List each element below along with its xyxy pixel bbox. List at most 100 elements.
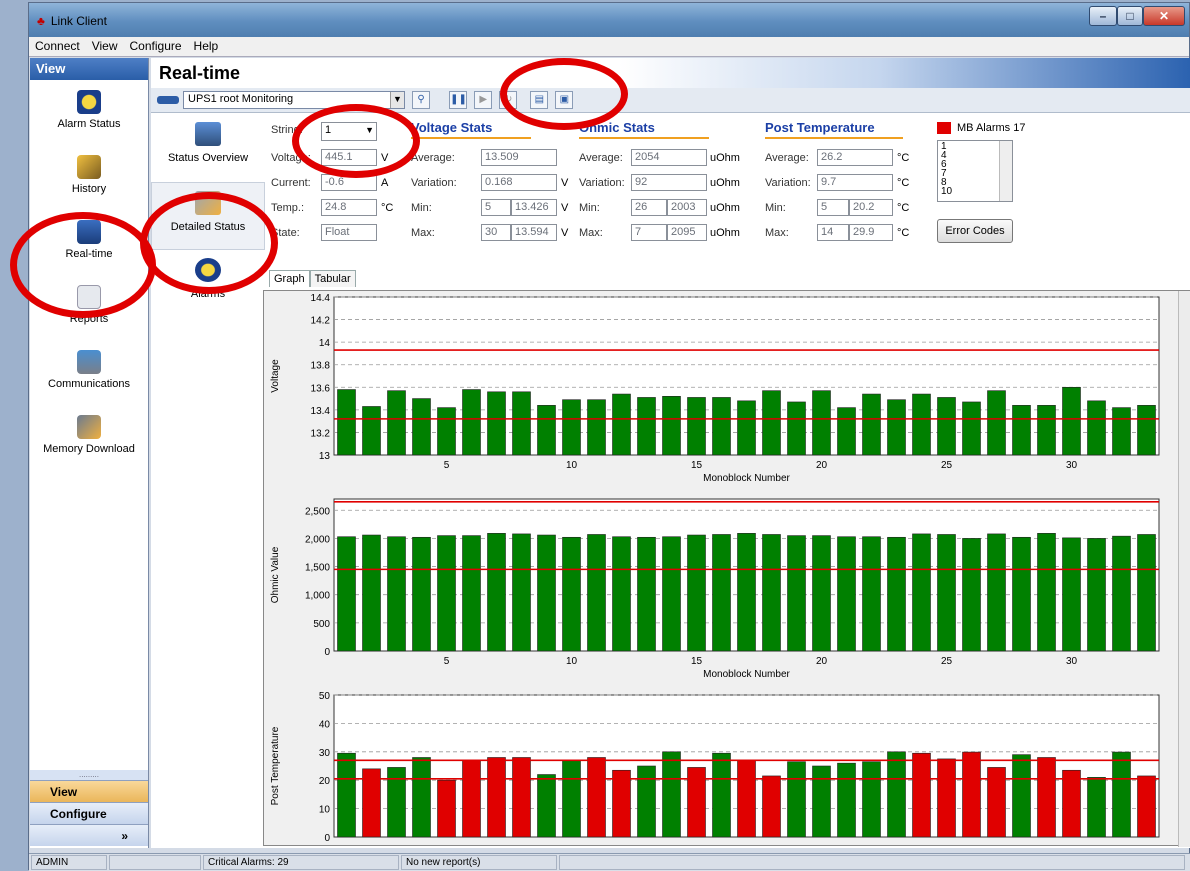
chevron-down-icon: ▼ [390,92,404,108]
print-preview-button[interactable]: ▤ [530,91,549,109]
nav-item-communications[interactable]: Communications [30,340,148,405]
menu-view[interactable]: View [86,37,124,55]
nav-item-history[interactable]: History [30,145,148,210]
bar [862,393,881,456]
bar [862,761,881,838]
nav-section-configure[interactable]: Configure [30,802,148,824]
alarm-clock-icon [195,258,221,282]
y-tick-label: 2,500 [305,506,330,517]
nav-expand-chevron-icon[interactable]: » [30,824,148,846]
nav-item-alarm-status[interactable]: Alarm Status [30,80,148,145]
bar-alarm [437,779,456,838]
subnav-alarms[interactable]: Alarms [151,250,265,318]
tab-tabular[interactable]: Tabular [309,270,356,287]
device-select[interactable]: UPS1 root Monitoring ▼ [183,91,405,109]
y-tick-label: 0 [324,647,330,658]
menu-connect[interactable]: Connect [29,37,86,55]
save-button[interactable]: ▣ [555,91,574,109]
search-button[interactable]: ⚲ [412,91,431,109]
y-tick-label: 13 [319,451,331,462]
voltage-avg-label: Average: [411,152,455,164]
subnav-detailed-status[interactable]: Detailed Status [151,182,265,250]
nav-item-memory-download[interactable]: Memory Download [30,405,148,470]
nav-section-view[interactable]: View [30,780,148,802]
bar [987,533,1006,652]
bar [812,765,831,838]
pause-button[interactable]: ❚❚ [449,91,468,109]
y-tick-label: 13.2 [311,428,331,439]
state-label: State: [271,227,300,239]
temp-var-label: Variation: [765,177,811,189]
x-tick-label: 10 [566,656,578,667]
minimize-button[interactable]: – [1089,6,1117,26]
bar [687,397,706,456]
bar [837,762,856,838]
menu-help[interactable]: Help [188,37,225,55]
x-axis-label: Monoblock Number [703,473,790,484]
y-tick-label: 13.8 [311,361,331,372]
y-tick-label: 14.4 [311,293,331,304]
bar [637,397,656,456]
error-codes-button[interactable]: Error Codes [937,219,1013,243]
bar [887,536,906,652]
view-tabs: Graph Tabular [269,270,1190,290]
bar [1137,405,1156,456]
memory-download-icon [77,415,101,439]
bar-alarm [1062,769,1081,838]
refresh-button[interactable]: ↻ [499,91,518,109]
bar [337,389,356,456]
tab-graph[interactable]: Graph [269,270,310,287]
graphs-area: 13 13.2 13.4 13.6 13.8 14 14.2 14.4 5 10 15 20 25 30 M… [263,290,1190,847]
subnav-status-overview[interactable]: Status Overview [151,114,265,182]
bar [537,405,556,456]
play-button[interactable]: ▶ [474,91,493,109]
temp-min-unit: °C [897,202,910,214]
x-tick-label: 20 [816,460,828,471]
bar-alarm [512,757,531,838]
voltage-min-unit: V [561,202,569,214]
bar [1112,535,1131,652]
maximize-button[interactable]: □ [1117,6,1143,26]
bar [962,401,981,456]
bar [912,393,931,456]
x-tick-label: 5 [444,460,450,471]
bar [812,535,831,652]
x-axis-label: Monoblock Number [703,669,790,680]
bar [1062,537,1081,652]
nav-item-reports[interactable]: Reports [30,275,148,340]
x-tick-label: 5 [444,656,450,667]
close-button[interactable]: ✕ [1143,6,1185,26]
bar [487,533,506,652]
ohmic-max-unit: uOhm [710,227,740,239]
list-scrollbar[interactable] [999,141,1012,201]
bar [612,393,631,456]
stats-panel: String: 1 ▼ Voltage: 445.1 V Current: -0.… [269,114,1190,264]
y-axis-label: Post Temperature [270,726,281,805]
vertical-scrollbar[interactable] [1178,291,1190,847]
bar [412,398,431,456]
temp-stats-title: Post Temperature [765,120,903,139]
bar [412,536,431,652]
bar [362,406,381,456]
pane-splitter[interactable]: ......... [30,770,148,780]
bar [637,536,656,652]
ohmic-max-label: Max: [579,227,603,239]
temp-avg-unit: °C [897,152,910,164]
menu-configure[interactable]: Configure [124,37,188,55]
bar [1087,777,1106,838]
bar [862,536,881,652]
y-tick-label: 13.6 [311,383,331,394]
ohmic-min-unit: uOhm [710,202,740,214]
temp-label: Temp.: [271,202,305,214]
status-filler [559,855,1185,870]
alarm-list[interactable]: 1 4 6 7 8 10 [937,140,1013,202]
nav-item-real-time[interactable]: Real-time [30,210,148,275]
navigation-pane: View Alarm Status History Real-time Repo… [30,58,149,848]
bar [512,391,531,456]
bar [562,399,581,456]
voltage-var-unit: V [561,177,569,189]
string-select[interactable]: 1 ▼ [321,122,377,141]
detailed-status-icon [195,191,221,215]
ohmic-var-label: Variation: [579,177,625,189]
x-tick-label: 10 [566,460,578,471]
